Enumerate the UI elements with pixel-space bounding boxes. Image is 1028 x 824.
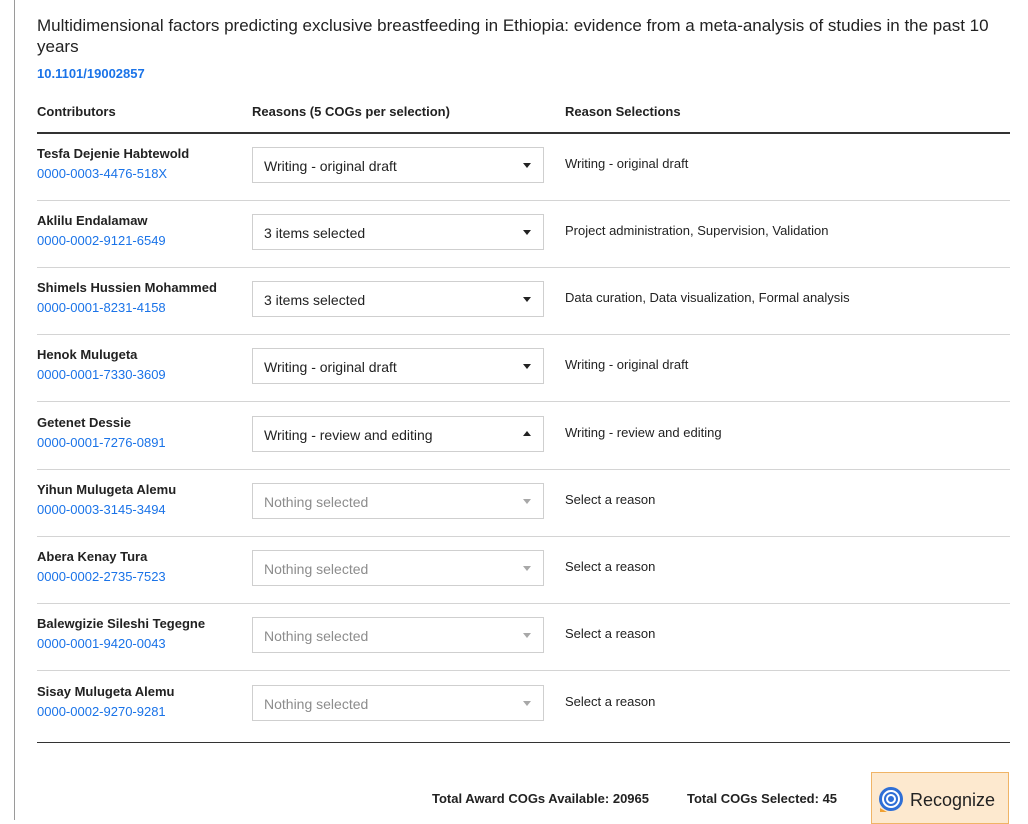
table-bottom-divider [37,742,1010,743]
reason-dropdown-value: Writing - review and editing [264,427,433,443]
contributor-row: Shimels Hussien Mohammed 0000-0001-8231-… [37,268,1010,335]
reason-selection-text: Select a reason [565,626,656,641]
caret-down-icon [523,230,531,235]
contributor-row: Abera Kenay Tura 0000-0002-2735-7523 Not… [37,537,1010,604]
reason-dropdown[interactable]: Writing - review and editing [252,416,544,452]
contributor-name: Getenet Dessie [37,415,131,430]
total-cogs-available: Total Award COGs Available: 20965 [432,791,649,806]
reason-selection-text: Data curation, Data visualization, Forma… [565,290,850,305]
contributor-name: Henok Mulugeta [37,347,138,362]
caret-down-icon [523,499,531,504]
reason-selection-text: Select a reason [565,694,656,709]
contributor-name: Balewgizie Sileshi Tegegne [37,616,206,631]
header-reasons: Reasons (5 COGs per selection) [252,104,450,119]
total-cogs-selected: Total COGs Selected: 45 [687,791,838,806]
paper-title: Multidimensional factors predicting excl… [37,16,989,56]
left-frame-border [14,0,15,820]
reason-dropdown-value: 3 items selected [264,292,366,308]
header-contributors: Contributors [37,104,116,119]
reason-dropdown-value: Nothing selected [264,494,369,510]
reason-dropdown[interactable]: Nothing selected [252,617,544,653]
caret-down-icon [523,364,531,369]
recognize-button-label: Recognize [910,790,996,810]
contributor-name: Abera Kenay Tura [37,549,148,564]
contributor-name: Yihun Mulugeta Alemu [37,482,177,497]
reason-dropdown-value: Nothing selected [264,561,369,577]
caret-down-icon [523,566,531,571]
header-reason-selections: Reason Selections [565,104,681,119]
orcid-link[interactable]: 0000-0001-7330-3609 [37,367,166,382]
doi-link[interactable]: 10.1101/19002857 [37,66,145,81]
caret-up-icon [523,431,531,436]
contributor-row: Tesfa Dejenie Habtewold 0000-0003-4476-5… [37,134,1010,201]
reason-dropdown-value: 3 items selected [264,225,366,241]
reason-selection-text: Project administration, Supervision, Val… [565,223,829,238]
reason-dropdown-value: Writing - original draft [264,359,397,375]
orcid-link[interactable]: 0000-0002-2735-7523 [37,569,166,584]
reason-selection-text: Writing - original draft [565,357,689,372]
reason-dropdown[interactable]: Nothing selected [252,550,544,586]
reason-selection-text: Writing - original draft [565,156,689,171]
caret-down-icon [523,297,531,302]
contributor-row: Getenet Dessie 0000-0001-7276-0891 Writi… [37,403,1010,470]
reason-dropdown-value: Nothing selected [264,628,369,644]
reason-dropdown-value: Writing - original draft [264,158,397,174]
reason-dropdown[interactable]: Writing - original draft [252,348,544,384]
orcid-link[interactable]: 0000-0001-9420-0043 [37,636,166,651]
caret-down-icon [523,701,531,706]
contributor-row: Henok Mulugeta 0000-0001-7330-3609 Writi… [37,335,1010,402]
reason-dropdown-value: Nothing selected [264,696,369,712]
contributor-row: Aklilu Endalamaw 0000-0002-9121-6549 3 i… [37,201,1010,268]
contributor-name: Shimels Hussien Mohammed [37,280,217,295]
reason-dropdown[interactable]: Nothing selected [252,483,544,519]
orcid-link[interactable]: 0000-0002-9121-6549 [37,233,166,248]
orcid-link[interactable]: 0000-0001-8231-4158 [37,300,166,315]
reason-dropdown[interactable]: Writing - original draft [252,147,544,183]
orcid-link[interactable]: 0000-0003-4476-518X [37,166,167,181]
reason-dropdown[interactable]: Nothing selected [252,685,544,721]
reason-selection-text: Writing - review and editing [565,425,722,440]
orcid-link[interactable]: 0000-0001-7276-0891 [37,435,166,450]
orcid-link[interactable]: 0000-0002-9270-9281 [37,704,166,719]
caret-down-icon [523,163,531,168]
row-divider [37,401,1010,402]
row-divider [37,670,1010,671]
reason-dropdown[interactable]: 3 items selected [252,281,544,317]
contributor-name: Tesfa Dejenie Habtewold [37,146,190,161]
caret-down-icon [523,633,531,638]
reason-selection-text: Select a reason [565,492,656,507]
recognize-button[interactable]: Recognize [871,772,1009,824]
contributor-row: Sisay Mulugeta Alemu 0000-0002-9270-9281… [37,672,1010,742]
contributor-row: Balewgizie Sileshi Tegegne 0000-0001-942… [37,604,1010,671]
contributor-row: Yihun Mulugeta Alemu 0000-0003-3145-3494… [37,470,1010,537]
recognize-icon [879,787,903,812]
contributor-name: Aklilu Endalamaw [37,213,148,228]
contributor-name: Sisay Mulugeta Alemu [37,684,175,699]
reason-dropdown[interactable]: 3 items selected [252,214,544,250]
reason-selection-text: Select a reason [565,559,656,574]
orcid-link[interactable]: 0000-0003-3145-3494 [37,502,166,517]
